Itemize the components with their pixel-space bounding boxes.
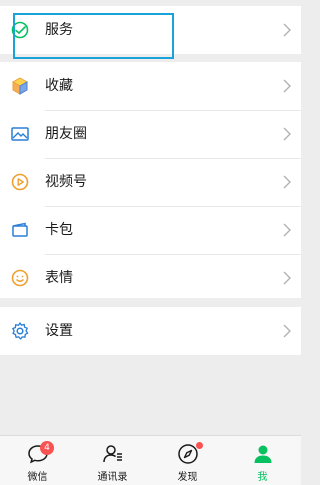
tab-discover[interactable]: 发现 [150, 436, 225, 485]
chevron-right-icon [283, 223, 291, 237]
chevron-right-icon [283, 127, 291, 141]
menu-item-stickers-label: 表情 [45, 270, 73, 286]
menu-item-service[interactable]: 服务 [0, 6, 301, 54]
menu-item-stickers[interactable]: 表情 [0, 254, 301, 302]
chevron-right-icon [283, 175, 291, 189]
menu-item-moments-label: 朋友圈 [45, 126, 87, 142]
chevron-right-icon [283, 271, 291, 285]
cube-icon [11, 77, 29, 95]
chevron-right-icon [283, 23, 291, 37]
tab-chats-label: 微信 [27, 472, 48, 483]
discover-items-group: 收藏 朋友圈 视频号 卡包 表情 [0, 62, 301, 298]
menu-item-moments[interactable]: 朋友圈 [0, 110, 301, 158]
menu-item-favorites[interactable]: 收藏 [0, 62, 301, 110]
menu-item-service-label: 服务 [45, 22, 73, 38]
chevron-right-icon [283, 79, 291, 93]
tab-me[interactable]: 我 [225, 436, 300, 485]
contacts-icon [103, 445, 122, 463]
me-screen: 服务 收藏 朋友圈 视频号 卡包 表情 设置 4 微信 通讯录 发现 我 [0, 0, 301, 485]
tab-contacts-label: 通讯录 [97, 472, 128, 483]
service-icon [11, 21, 29, 39]
menu-item-settings[interactable]: 设置 [0, 307, 301, 355]
unread-badge: 4 [40, 441, 54, 455]
menu-item-channels[interactable]: 视频号 [0, 158, 301, 206]
person-icon [254, 445, 272, 463]
tab-me-label: 我 [257, 472, 268, 483]
settings-group: 设置 [0, 307, 301, 355]
menu-item-channels-label: 视频号 [45, 174, 87, 190]
image-icon [11, 127, 29, 141]
gear-icon [12, 322, 29, 340]
smiley-icon [11, 269, 29, 287]
menu-item-cards[interactable]: 卡包 [0, 206, 301, 254]
menu-item-cards-label: 卡包 [45, 222, 73, 238]
play-icon [11, 173, 29, 191]
tab-discover-label: 发现 [177, 472, 198, 483]
bottom-tab-bar: 4 微信 通讯录 发现 我 [0, 435, 301, 485]
service-group: 服务 [0, 6, 301, 54]
new-dot [196, 442, 203, 449]
chevron-right-icon [283, 324, 291, 338]
wallet-icon [12, 222, 28, 237]
tab-chats[interactable]: 4 微信 [0, 436, 75, 485]
tab-contacts[interactable]: 通讯录 [75, 436, 150, 485]
menu-item-settings-label: 设置 [45, 323, 73, 339]
menu-item-favorites-label: 收藏 [45, 78, 73, 94]
